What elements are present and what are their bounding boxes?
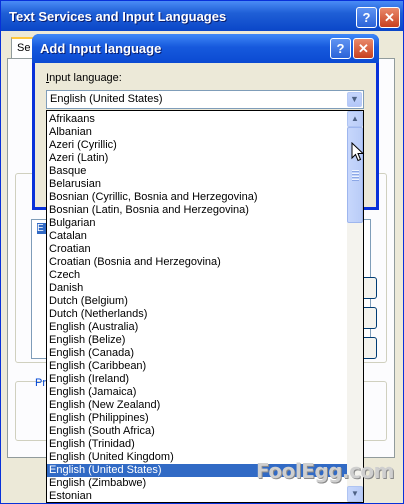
language-option[interactable]: Albanian <box>47 126 348 139</box>
language-option[interactable]: Croatian <box>47 243 348 256</box>
language-option[interactable]: Czech <box>47 269 348 282</box>
close-button[interactable]: ✕ <box>379 7 400 28</box>
language-option[interactable]: English (Jamaica) <box>47 386 348 399</box>
language-option[interactable]: Bulgarian <box>47 217 348 230</box>
watermark-logo: FoolEgg.com <box>256 459 395 483</box>
language-option[interactable]: English (Philippines) <box>47 412 348 425</box>
tab-settings-label: Se <box>17 42 31 54</box>
combo-arrow-glyph: ▼ <box>350 94 359 104</box>
close-icon: ✕ <box>358 41 369 56</box>
language-option[interactable]: Catalan <box>47 230 348 243</box>
scroll-down-button[interactable]: ▼ <box>347 486 363 502</box>
language-option[interactable]: Estonian <box>47 490 348 502</box>
input-language-label-text: nput language: <box>49 72 122 84</box>
question-icon: ? <box>336 41 345 56</box>
grip-line <box>352 176 359 178</box>
grip-line <box>352 170 359 172</box>
language-option[interactable]: English (Trinidad) <box>47 438 348 451</box>
scroll-up-button[interactable]: ▲ <box>347 111 363 127</box>
language-option[interactable]: Dutch (Belgium) <box>47 295 348 308</box>
close-icon: ✕ <box>384 10 395 25</box>
language-option[interactable]: Bosnian (Cyrillic, Bosnia and Herzegovin… <box>47 191 348 204</box>
language-option[interactable]: Azeri (Cyrillic) <box>47 139 348 152</box>
text-services-title: Text Services and Input Languages <box>9 9 227 24</box>
language-option[interactable]: English (Caribbean) <box>47 360 348 373</box>
input-language-combobox[interactable]: English (United States) ▼ <box>46 90 364 109</box>
mouse-pointer-icon <box>351 142 365 162</box>
language-option[interactable]: Croatian (Bosnia and Herzegovina) <box>47 256 348 269</box>
language-option[interactable]: English (New Zealand) <box>47 399 348 412</box>
language-option[interactable]: Danish <box>47 282 348 295</box>
language-option[interactable]: Azeri (Latin) <box>47 152 348 165</box>
dialog-close-button[interactable]: ✕ <box>353 38 374 59</box>
chevron-down-icon[interactable]: ▼ <box>347 92 362 107</box>
language-option[interactable]: Belarusian <box>47 178 348 191</box>
arrow-up-icon: ▲ <box>351 114 359 123</box>
text-services-titlebar[interactable]: Text Services and Input Languages ? ✕ <box>1 1 403 31</box>
dialog-title: Add Input language <box>40 41 162 56</box>
language-option[interactable]: English (Canada) <box>47 347 348 360</box>
input-language-value: English (United States) <box>50 93 163 105</box>
input-language-label: Input language: <box>46 72 122 84</box>
language-option[interactable]: Afrikaans <box>47 113 348 126</box>
dropdown-scrollbar[interactable]: ▲ ▼ <box>347 111 363 502</box>
language-option[interactable]: Dutch (Netherlands) <box>47 308 348 321</box>
question-icon: ? <box>362 10 371 25</box>
grip-line <box>352 179 359 181</box>
dialog-help-button[interactable]: ? <box>330 38 351 59</box>
add-input-language-titlebar[interactable]: Add Input language ? ✕ <box>32 34 379 63</box>
language-list: Afrikaans Albanian Azeri (Cyrillic) Azeri (… <box>47 113 348 502</box>
input-language-dropdown[interactable]: Afrikaans Albanian Azeri (Cyrillic) Azeri (… <box>46 110 364 503</box>
language-option[interactable]: English (Australia) <box>47 321 348 334</box>
arrow-down-icon: ▼ <box>351 489 359 498</box>
language-option[interactable]: Bosnian (Latin, Bosnia and Herzegovina) <box>47 204 348 217</box>
language-option[interactable]: English (South Africa) <box>47 425 348 438</box>
language-option[interactable]: English (Belize) <box>47 334 348 347</box>
grip-line <box>352 173 359 175</box>
help-button[interactable]: ? <box>356 7 377 28</box>
language-option[interactable]: Basque <box>47 165 348 178</box>
language-option[interactable]: English (Ireland) <box>47 373 348 386</box>
